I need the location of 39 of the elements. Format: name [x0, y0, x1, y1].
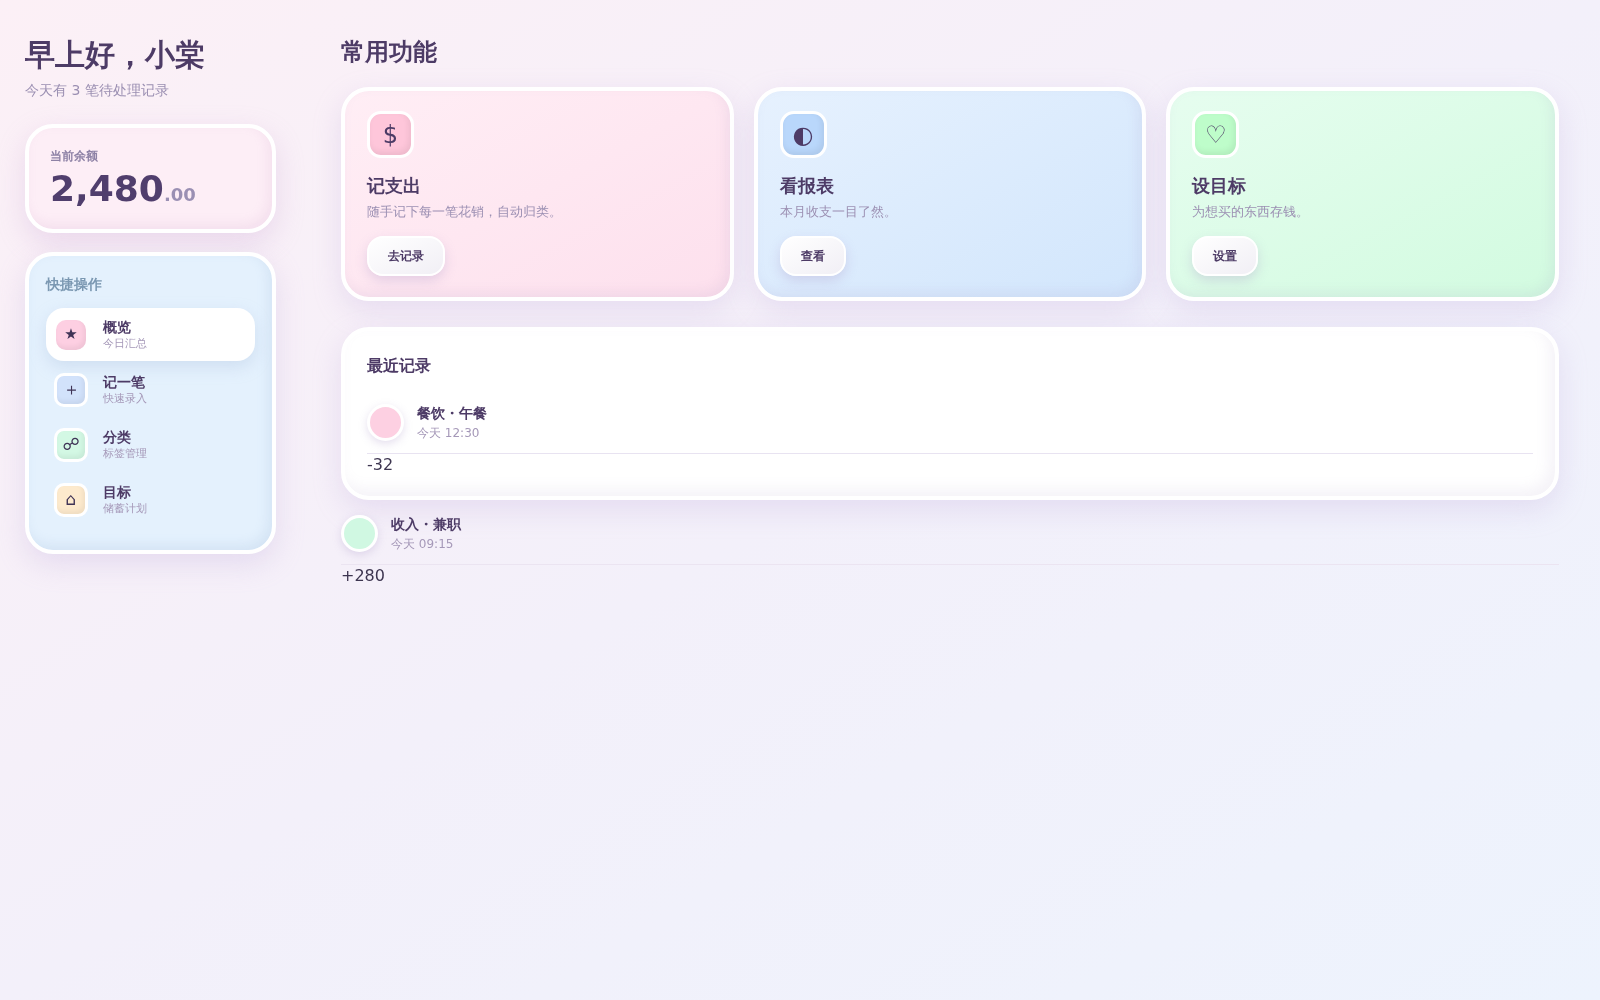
feature-title: 记支出	[367, 174, 421, 198]
link-icon: ☍	[54, 427, 88, 462]
feature-title: 看报表	[779, 174, 834, 198]
section-title: 常用功能	[341, 37, 437, 68]
house-icon: ⌂	[54, 482, 88, 517]
record-title: 收入・兼职	[391, 515, 461, 534]
balance-amount: 2,480	[50, 169, 164, 209]
quick-actions-title: 快捷操作	[46, 275, 102, 294]
record-time: 今天 09:15	[391, 536, 455, 552]
quick-action-sublabel: 快速录入	[103, 391, 147, 406]
heart-icon: ♡	[1192, 111, 1240, 158]
feature-description: 为想买的东西存钱。	[1192, 203, 1310, 221]
record-title: 餐饮・午餐	[417, 404, 487, 423]
greeting-title: 早上好，小棠	[25, 36, 205, 74]
star-icon: ★	[56, 319, 86, 350]
record-amount: -32	[367, 454, 394, 476]
greeting-subtitle: 今天有 3 笔待处理记录	[25, 81, 169, 100]
quick-action-label: 目标	[103, 483, 132, 501]
balance-decimal: .00	[163, 184, 196, 206]
plus-icon: ＋	[54, 372, 88, 407]
quick-action-sublabel: 储蓄计划	[103, 501, 147, 516]
quick-action-item[interactable]: ☍ 分类 标签管理	[46, 418, 255, 471]
quick-action-item[interactable]: ⌂ 目标 储蓄计划	[46, 473, 255, 526]
recent-records-title: 最近记录	[367, 355, 431, 377]
quick-action-sublabel: 今日汇总	[103, 336, 147, 351]
quick-action-sublabel: 标签管理	[103, 446, 147, 461]
quick-action-item[interactable]: ★ 概览 今日汇总	[46, 308, 255, 361]
feature-button[interactable]: 设置	[1192, 236, 1259, 276]
quick-action-label: 概览	[103, 318, 132, 336]
balance-label: 当前余额	[50, 148, 98, 164]
quick-action-label: 分类	[103, 428, 132, 446]
feature-button[interactable]: 查看	[779, 236, 846, 276]
quick-action-item[interactable]: ＋ 记一笔 快速录入	[46, 363, 255, 416]
feature-button[interactable]: 去记录	[367, 236, 445, 276]
feature-title: 设目标	[1192, 174, 1247, 198]
quick-action-label: 记一笔	[103, 373, 146, 391]
dollar-sign-icon: $	[367, 111, 414, 158]
record-amount: +280	[341, 565, 385, 587]
record-time: 今天 12:30	[417, 425, 481, 441]
